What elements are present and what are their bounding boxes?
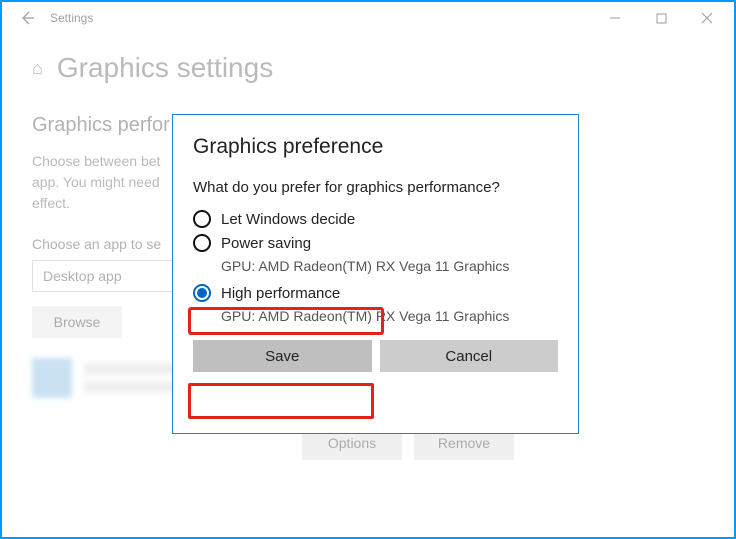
graphics-preference-dialog: Graphics preference What do you prefer f… — [172, 114, 579, 434]
option-label: Power saving — [221, 235, 311, 252]
radio-option-power-saving[interactable]: Power saving — [193, 234, 558, 252]
dialog-question: What do you prefer for graphics performa… — [193, 179, 558, 196]
radio-icon-selected — [193, 284, 211, 302]
radio-option-let-windows-decide[interactable]: Let Windows decide — [193, 210, 558, 228]
option-label: Let Windows decide — [221, 211, 355, 228]
app-icon — [32, 358, 72, 398]
home-icon[interactable]: ⌂ — [32, 58, 43, 79]
option-label: High performance — [221, 285, 340, 302]
radio-icon — [193, 234, 211, 252]
close-button[interactable] — [684, 4, 730, 32]
window-controls — [592, 4, 730, 32]
page-title: Graphics settings — [57, 52, 273, 84]
radio-option-high-performance[interactable]: High performance — [193, 284, 558, 302]
maximize-button[interactable] — [638, 4, 684, 32]
minimize-button[interactable] — [592, 4, 638, 32]
back-button[interactable] — [12, 10, 42, 26]
radio-icon — [193, 210, 211, 228]
cancel-button[interactable]: Cancel — [380, 340, 559, 372]
highlight-annotation — [188, 307, 384, 335]
window-title: Settings — [50, 11, 93, 25]
option-detail: GPU: AMD Radeon(TM) RX Vega 11 Graphics — [221, 258, 558, 274]
dialog-title: Graphics preference — [193, 135, 558, 159]
save-button[interactable]: Save — [193, 340, 372, 372]
dropdown-value: Desktop app — [43, 268, 122, 284]
highlight-annotation — [188, 383, 374, 419]
browse-button[interactable]: Browse — [32, 306, 122, 338]
